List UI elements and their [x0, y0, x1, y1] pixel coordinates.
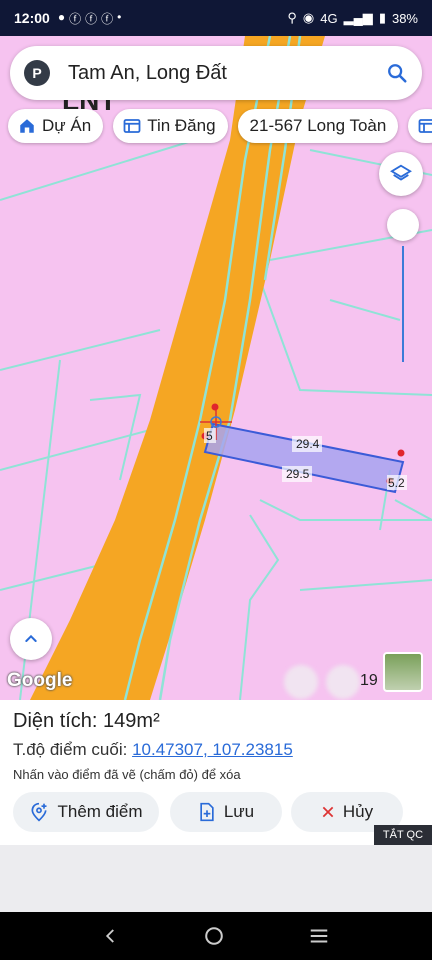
chip-label: 21-567 Long Toàn: [249, 116, 387, 135]
message-icon: ●: [57, 9, 66, 24]
save-file-icon: [200, 802, 214, 822]
edge-label-left: 5: [206, 429, 213, 443]
dot-icon: •: [117, 9, 122, 24]
recents-icon[interactable]: [308, 925, 330, 947]
layers-button[interactable]: [379, 152, 423, 196]
edge-label-right: 5.2: [388, 476, 405, 490]
status-bar: 12:00 ● ⓕ ⓕ ⓕ • ⚲ ◉ 4G ▂▄▆ ▮ 38%: [0, 0, 432, 36]
end-point-coordinates: T.độ điểm cuối: 10.47307, 107.23815: [13, 740, 293, 760]
notification-icons: ● ⓕ ⓕ ⓕ •: [58, 10, 122, 27]
listing-icon: [418, 119, 432, 133]
coord-value-link[interactable]: 10.47307, 107.23815: [132, 740, 293, 759]
facebook-icon: ⓕ: [69, 11, 82, 26]
battery-icon: ▮: [378, 10, 386, 25]
chip-du-an[interactable]: Dự Án: [8, 109, 104, 143]
chip-listing-more[interactable]: [408, 109, 432, 143]
ad-area: [0, 845, 432, 912]
zoom-slider-track[interactable]: [402, 246, 404, 362]
blurred-region: [326, 665, 360, 699]
edge-label-top: 29.4: [296, 437, 320, 451]
hotspot-icon: ◉: [302, 10, 315, 25]
profile-thumbnail[interactable]: [383, 652, 423, 692]
facebook-icon: ⓕ: [85, 11, 98, 26]
delete-hint: Nhấn vào điểm đã vẽ (chấm đỏ) để xóa: [13, 767, 241, 782]
chip-label: Tin Đăng: [147, 116, 216, 135]
signal-icon: ▂▄▆: [343, 10, 373, 25]
status-time: 12:00: [14, 10, 50, 26]
chip-recent-search[interactable]: 21-567 Long Toàn: [237, 109, 399, 143]
home-nav-icon[interactable]: [203, 925, 225, 947]
close-ad-button[interactable]: TẮT QC: [374, 825, 432, 845]
listing-icon: [123, 119, 141, 133]
facebook-icon: ⓕ: [101, 11, 114, 26]
add-location-icon: [31, 802, 47, 822]
back-icon[interactable]: [102, 927, 120, 945]
close-icon: [322, 806, 334, 818]
search-bar[interactable]: P Tam An, Long Đất: [10, 46, 422, 100]
add-point-label: Thêm điểm: [57, 802, 143, 821]
coord-label: T.độ điểm cuối:: [13, 740, 133, 759]
system-nav-bar: [0, 912, 432, 960]
cancel-label: Hủy: [342, 802, 374, 821]
location-icon: ⚲: [287, 10, 297, 25]
avatar[interactable]: P: [24, 60, 50, 86]
chip-tin-dang[interactable]: Tin Đăng: [113, 109, 228, 143]
map-scale-text: 19: [360, 672, 378, 689]
chip-label: Dự Án: [42, 116, 92, 135]
search-query[interactable]: Tam An, Long Đất: [68, 62, 386, 85]
expand-button[interactable]: [10, 618, 52, 660]
layers-icon: [390, 164, 412, 181]
home-icon: [20, 119, 34, 133]
zoom-slider-knob[interactable]: [387, 209, 419, 241]
network-type: 4G: [320, 10, 338, 26]
battery-percent: 38%: [391, 10, 418, 26]
blurred-region: [284, 665, 318, 699]
save-button[interactable]: Lưu: [170, 792, 282, 832]
filter-chips: Dự Án Tin Đăng 21-567 Long Toàn: [8, 109, 432, 145]
add-point-button[interactable]: Thêm điểm: [13, 792, 159, 832]
save-label: Lưu: [223, 802, 255, 821]
google-logo: Google: [7, 670, 73, 691]
edge-label-bottom: 29.5: [286, 467, 310, 481]
search-icon[interactable]: [386, 62, 408, 84]
area-label: Diện tích: 149m²: [13, 710, 160, 732]
chevron-up-icon: [25, 634, 37, 642]
